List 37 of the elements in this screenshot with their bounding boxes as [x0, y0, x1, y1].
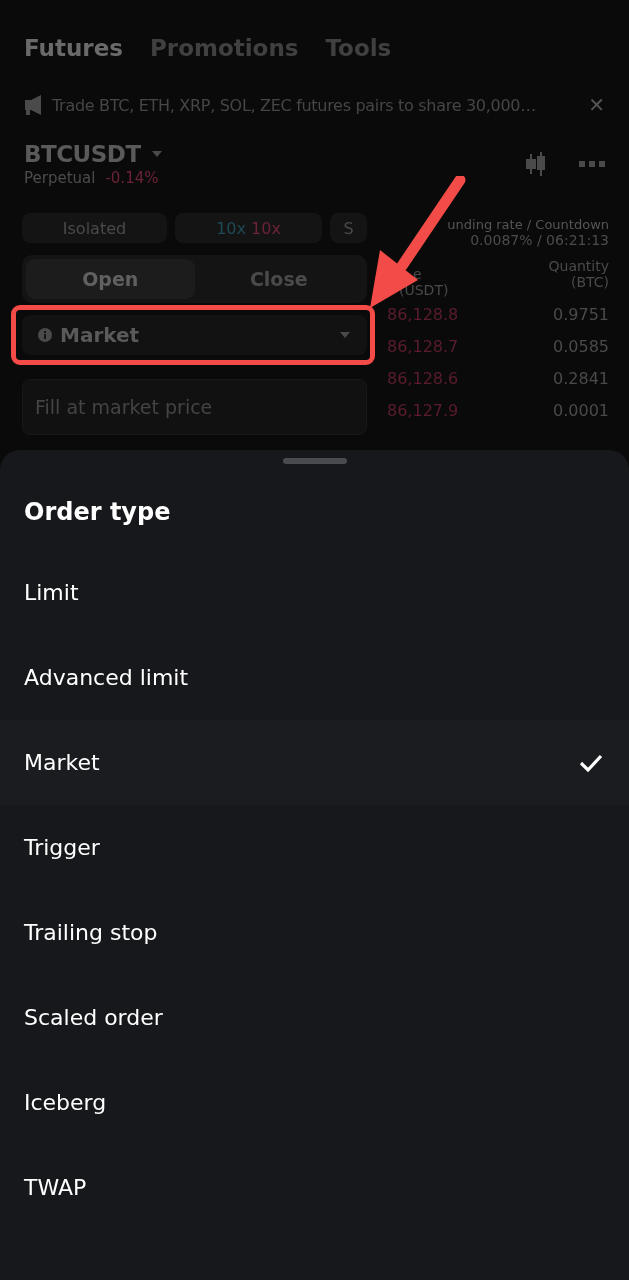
- ask-quantity: 0.0585: [553, 336, 609, 356]
- ask-quantity: 0.9751: [553, 304, 609, 324]
- funding-label: unding rate / Countdown: [447, 217, 609, 232]
- price-change: -0.14%: [105, 169, 159, 187]
- order-type-option[interactable]: Market: [0, 720, 629, 805]
- funding-value: 0.0087% / 06:21:13: [470, 232, 609, 248]
- close-icon[interactable]: ✕: [588, 93, 605, 117]
- column-header: (BTC): [570, 274, 609, 290]
- caret-icon: [339, 331, 351, 339]
- order-type-option[interactable]: Iceberg: [0, 1060, 629, 1145]
- column-header: Quantity: [548, 258, 609, 274]
- more-icon[interactable]: [579, 160, 605, 168]
- caret-icon[interactable]: [150, 150, 163, 158]
- leverage-button[interactable]: 10x 10x: [175, 213, 322, 243]
- order-type-option[interactable]: Trigger: [0, 805, 629, 890]
- ask-quantity: 0.0001: [553, 400, 609, 420]
- order-type-option[interactable]: TWAP: [0, 1145, 629, 1230]
- drag-handle[interactable]: [282, 458, 347, 464]
- order-type-option[interactable]: Trailing stop: [0, 890, 629, 975]
- symbol-title[interactable]: BTCUSDT: [24, 141, 141, 167]
- position-tab[interactable]: Open: [26, 259, 195, 299]
- nav-tab[interactable]: Futures: [24, 35, 123, 61]
- order-type-option[interactable]: Limit: [0, 550, 629, 635]
- ask-price: 86,128.7: [387, 336, 459, 356]
- column-header: e: [413, 266, 423, 282]
- sheet-title: Order type: [23, 497, 172, 528]
- order-type-option[interactable]: Scaled order: [0, 975, 629, 1060]
- ask-quantity: 0.2841: [553, 368, 609, 388]
- ask-price: 86,127.9: [387, 400, 459, 420]
- order-type-option[interactable]: Advanced limit: [0, 635, 629, 720]
- ask-price: 86,128.8: [387, 304, 459, 324]
- banner-text: Trade BTC, ETH, XRP, SOL, ZEC futures pairs to share 30,000…: [52, 95, 537, 115]
- check-icon: [579, 752, 603, 773]
- order-type-select[interactable]: Market: [22, 315, 367, 355]
- info-icon: [38, 328, 52, 342]
- contract-type: Perpetual: [24, 169, 96, 187]
- ask-price: 86,128.6: [387, 368, 459, 388]
